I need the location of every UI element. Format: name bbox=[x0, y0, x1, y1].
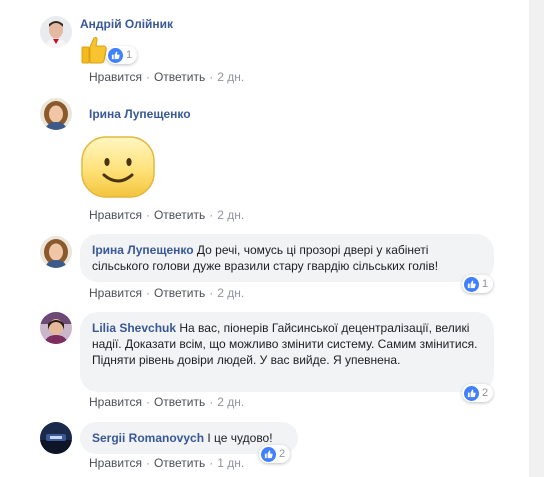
like-link[interactable]: Нравится bbox=[89, 456, 142, 470]
comment-author[interactable]: Sergii Romanovych bbox=[92, 431, 204, 445]
timestamp[interactable]: 2 дн. bbox=[217, 395, 244, 409]
like-icon bbox=[464, 276, 479, 292]
timestamp[interactable]: 2 дн. bbox=[217, 208, 244, 222]
comments-panel: Андрій Олійник 1 Нравится · Ответить · 2 дн. bbox=[0, 0, 529, 477]
comment-actions: Нравится · Ответить · 2 дн. bbox=[89, 208, 245, 222]
avatar[interactable] bbox=[40, 422, 72, 454]
smiley-sticker bbox=[80, 135, 156, 199]
comment-bubble: Ірина Лупещенко До речі, чомусь ці прозо… bbox=[80, 234, 494, 282]
comment-author[interactable]: Lilia Shevchuk bbox=[92, 321, 176, 335]
reaction-number: 2 bbox=[482, 387, 489, 399]
scrollbar[interactable] bbox=[529, 0, 544, 477]
avatar[interactable] bbox=[40, 98, 72, 130]
timestamp[interactable]: 1 дн. bbox=[217, 456, 244, 470]
like-link[interactable]: Нравится bbox=[89, 208, 142, 222]
timestamp[interactable]: 2 дн. bbox=[217, 70, 244, 84]
avatar[interactable] bbox=[40, 16, 72, 48]
reaction-count[interactable]: 1 bbox=[106, 46, 138, 64]
avatar[interactable] bbox=[40, 236, 72, 268]
comment-text: І це чудово! bbox=[207, 431, 273, 445]
like-icon bbox=[464, 385, 479, 401]
reply-link[interactable]: Ответить bbox=[154, 395, 205, 409]
comment-actions: Нравится · Ответить · 2 дн. bbox=[89, 70, 245, 84]
like-link[interactable]: Нравится bbox=[89, 70, 142, 84]
comment-author[interactable]: Ірина Лупещенко bbox=[89, 107, 191, 121]
reaction-number: 1 bbox=[126, 49, 133, 61]
comment-actions: Нравится · Ответить · 2 дн. bbox=[89, 286, 245, 300]
timestamp[interactable]: 2 дн. bbox=[217, 286, 244, 300]
like-link[interactable]: Нравится bbox=[89, 395, 142, 409]
comment-actions: Нравится · Ответить · 2 дн. bbox=[89, 395, 245, 409]
reaction-count[interactable]: 2 bbox=[462, 384, 494, 402]
reaction-count[interactable]: 2 bbox=[259, 445, 291, 463]
comment-author[interactable]: Андрій Олійник bbox=[80, 17, 173, 31]
reaction-number: 2 bbox=[279, 448, 286, 460]
like-icon bbox=[261, 446, 276, 462]
like-link[interactable]: Нравится bbox=[89, 286, 142, 300]
reply-link[interactable]: Ответить bbox=[154, 70, 205, 84]
reaction-count[interactable]: 1 bbox=[462, 275, 494, 293]
comment-bubble: Lilia Shevchuk На вас, піонерів Гайсинсь… bbox=[80, 312, 494, 392]
like-icon bbox=[108, 47, 123, 63]
reply-link[interactable]: Ответить bbox=[154, 286, 205, 300]
reaction-number: 1 bbox=[482, 278, 489, 290]
reply-link[interactable]: Ответить bbox=[154, 208, 205, 222]
comment-actions: Нравится · Ответить · 1 дн. bbox=[89, 456, 245, 470]
reply-link[interactable]: Ответить bbox=[154, 456, 205, 470]
thumbs-up-emoji bbox=[80, 35, 108, 65]
avatar[interactable] bbox=[40, 312, 72, 344]
comment-author[interactable]: Ірина Лупещенко bbox=[92, 243, 194, 257]
